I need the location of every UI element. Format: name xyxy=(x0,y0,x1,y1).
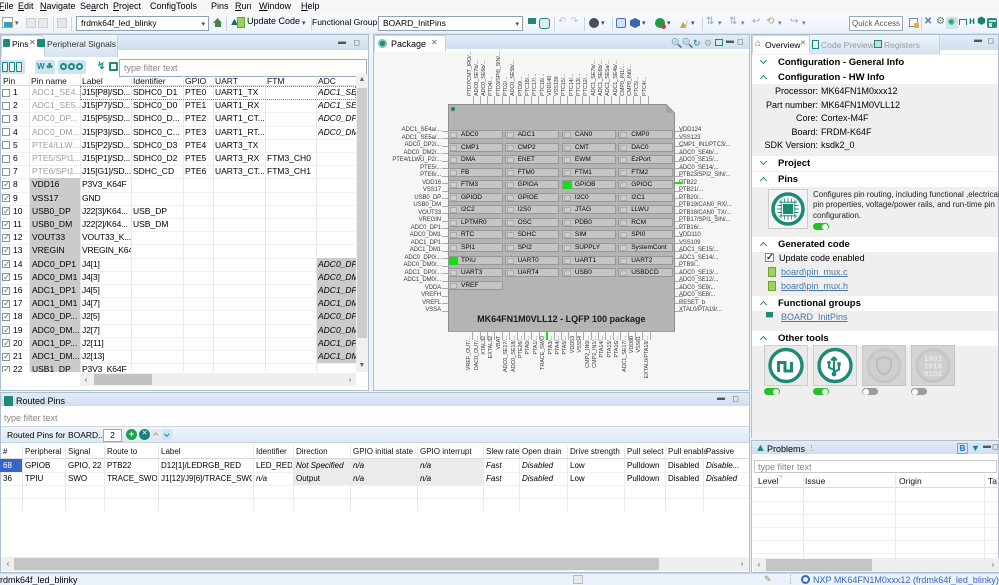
svg-text:0101: 0101 xyxy=(924,371,943,379)
